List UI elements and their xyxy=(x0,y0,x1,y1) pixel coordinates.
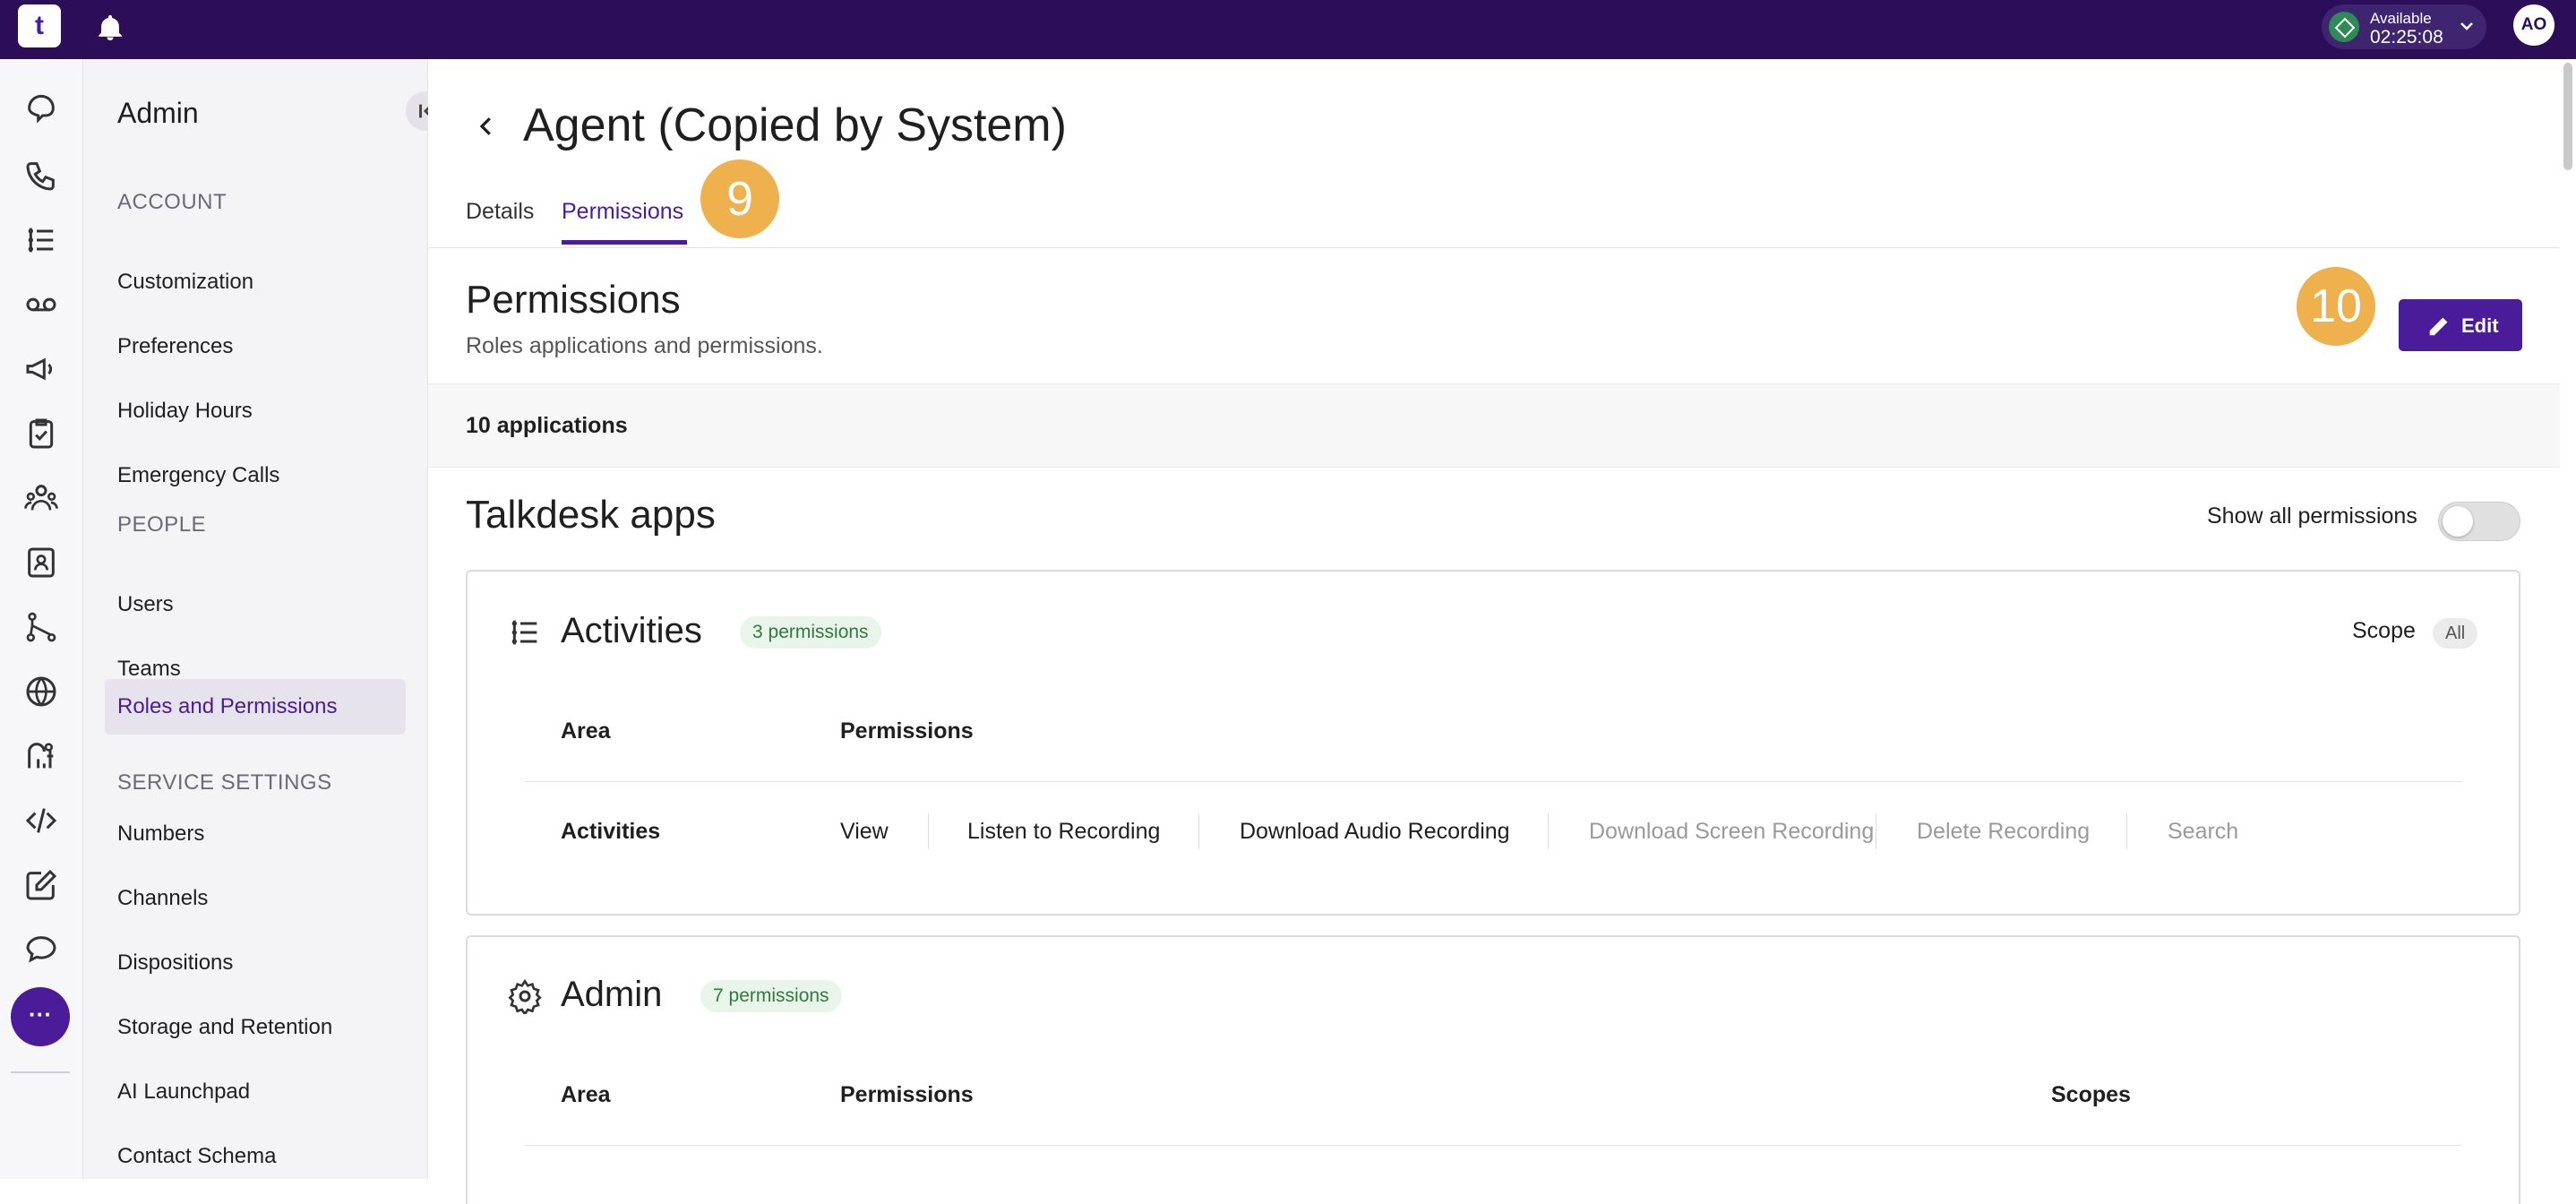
section-heading-people: PEOPLE xyxy=(117,512,207,537)
chevron-down-icon xyxy=(2460,22,2473,30)
step-marker-10: 10 xyxy=(2297,267,2375,346)
pencil-icon xyxy=(2429,317,2448,336)
workflow-icon[interactable] xyxy=(23,609,59,645)
sidebar-item-numbers[interactable]: Numbers xyxy=(105,806,406,862)
status-timer: 02:25:08 xyxy=(2370,27,2443,47)
page-scrollbar[interactable] xyxy=(2563,63,2572,170)
globe-icon[interactable] xyxy=(23,674,59,710)
card-title: Activities xyxy=(561,611,702,650)
permission-view: View xyxy=(840,819,889,844)
sidebar-item-preferences[interactable]: Preferences xyxy=(105,319,406,374)
app-rail: ··· xyxy=(0,59,83,1179)
chevron-left-icon xyxy=(479,117,491,135)
sidebar-item-customization[interactable]: Customization xyxy=(105,254,406,310)
top-bar: t Available 02:25:08 AO xyxy=(0,0,2576,59)
sidebar-item-contact-schema[interactable]: Contact Schema xyxy=(105,1129,406,1184)
permission-separator xyxy=(1198,813,1199,849)
back-button[interactable] xyxy=(473,113,500,140)
sidebar-item-ai-launchpad[interactable]: AI Launchpad xyxy=(105,1064,406,1120)
available-status-icon xyxy=(2329,12,2359,42)
show-all-permissions-label: Show all permissions xyxy=(2207,503,2417,529)
sidebar-item-holiday-hours[interactable]: Holiday Hours xyxy=(105,383,406,439)
row-divider xyxy=(525,781,2461,782)
sidebar-item-storage-and-retention[interactable]: Storage and Retention xyxy=(105,1000,406,1055)
status-label: Available xyxy=(2370,10,2432,27)
app-card-activities: Activities 3 permissions Scope All Area … xyxy=(466,570,2520,916)
column-header-scopes: Scopes xyxy=(2051,1082,2131,1107)
applications-count-bar: 10 applications xyxy=(428,383,2560,468)
permission-download-audio-recording: Download Audio Recording xyxy=(1240,819,1510,844)
permission-separator xyxy=(2126,813,2127,849)
campaigns-icon[interactable] xyxy=(23,351,59,387)
active-tab-indicator xyxy=(562,240,687,245)
column-header-permissions: Permissions xyxy=(840,1082,974,1107)
talkdesk-logo[interactable]: t xyxy=(18,4,61,47)
column-header-area: Area xyxy=(561,718,611,744)
column-header-permissions: Permissions xyxy=(840,718,974,744)
permissions-heading: Permissions xyxy=(466,278,681,322)
sidebar-item-roles-and-permissions[interactable]: Roles and Permissions xyxy=(105,679,406,735)
column-header-area: Area xyxy=(561,1082,611,1107)
row-divider xyxy=(525,1145,2461,1146)
tab-details[interactable]: Details xyxy=(466,199,534,225)
area-cell: Activities xyxy=(561,819,661,844)
tabs-divider xyxy=(428,247,2560,248)
conversations-icon[interactable] xyxy=(23,93,59,129)
code-icon[interactable] xyxy=(23,803,59,838)
permission-listen-to-recording: Listen to Recording xyxy=(967,819,1161,844)
permission-download-screen-recording: Download Screen Recording xyxy=(1589,819,1875,844)
sidebar-item-users[interactable]: Users xyxy=(105,577,406,632)
scope-badge: All xyxy=(2433,618,2478,649)
activities-icon[interactable] xyxy=(23,222,59,258)
card-title: Admin xyxy=(561,975,663,1014)
section-heading-service-settings: SERVICE SETTINGS xyxy=(117,770,332,795)
gear-icon xyxy=(507,978,543,1017)
talkdesk-apps-heading: Talkdesk apps xyxy=(466,493,716,537)
edit-button-label: Edit xyxy=(2461,314,2499,337)
show-all-permissions-toggle[interactable] xyxy=(2438,502,2520,541)
permission-search: Search xyxy=(2168,819,2239,844)
page-title: Agent (Copied by System) xyxy=(523,99,1067,151)
sidebar-item-channels[interactable]: Channels xyxy=(105,871,406,926)
applications-count: 10 applications xyxy=(466,413,628,438)
more-apps-button[interactable]: ··· xyxy=(11,987,70,1046)
permission-delete-recording: Delete Recording xyxy=(1917,819,2091,844)
rail-divider xyxy=(11,1071,70,1073)
activities-icon xyxy=(507,615,543,650)
admin-sidebar: Admin ACCOUNT Customization Preferences … xyxy=(83,59,445,1179)
chat-icon[interactable] xyxy=(23,932,59,968)
edit-button[interactable]: Edit xyxy=(2399,299,2522,351)
voicemail-icon[interactable] xyxy=(23,287,59,322)
sidebar-item-dispositions[interactable]: Dispositions xyxy=(105,935,406,991)
scope-label: Scope xyxy=(2352,618,2416,643)
status-selector[interactable]: Available 02:25:08 xyxy=(2322,4,2486,49)
main-content: Agent (Copied by System) Details Permiss… xyxy=(428,59,2560,1204)
permissions-count-badge: 3 permissions xyxy=(740,616,881,649)
permission-separator xyxy=(1548,813,1549,849)
permission-separator xyxy=(928,813,929,849)
toggle-knob xyxy=(2443,506,2473,537)
analytics-icon[interactable] xyxy=(23,738,59,774)
tasks-icon[interactable] xyxy=(23,416,59,452)
step-marker-9: 9 xyxy=(700,159,779,238)
bell-icon[interactable] xyxy=(95,13,125,43)
tab-permissions[interactable]: Permissions xyxy=(562,199,683,225)
permissions-subtitle: Roles applications and permissions. xyxy=(466,333,823,358)
notes-icon[interactable] xyxy=(23,867,59,903)
contacts-icon[interactable] xyxy=(23,545,59,580)
section-heading-account: ACCOUNT xyxy=(117,190,228,214)
sidebar-title: Admin xyxy=(117,97,199,129)
team-icon[interactable] xyxy=(23,480,59,516)
permissions-count-badge: 7 permissions xyxy=(700,980,842,1012)
avatar[interactable]: AO xyxy=(2513,4,2555,46)
calls-icon[interactable] xyxy=(23,158,59,194)
app-card-admin: Admin 7 permissions Area Permissions Sco… xyxy=(466,935,2520,1204)
sidebar-item-emergency-calls[interactable]: Emergency Calls xyxy=(105,448,406,503)
